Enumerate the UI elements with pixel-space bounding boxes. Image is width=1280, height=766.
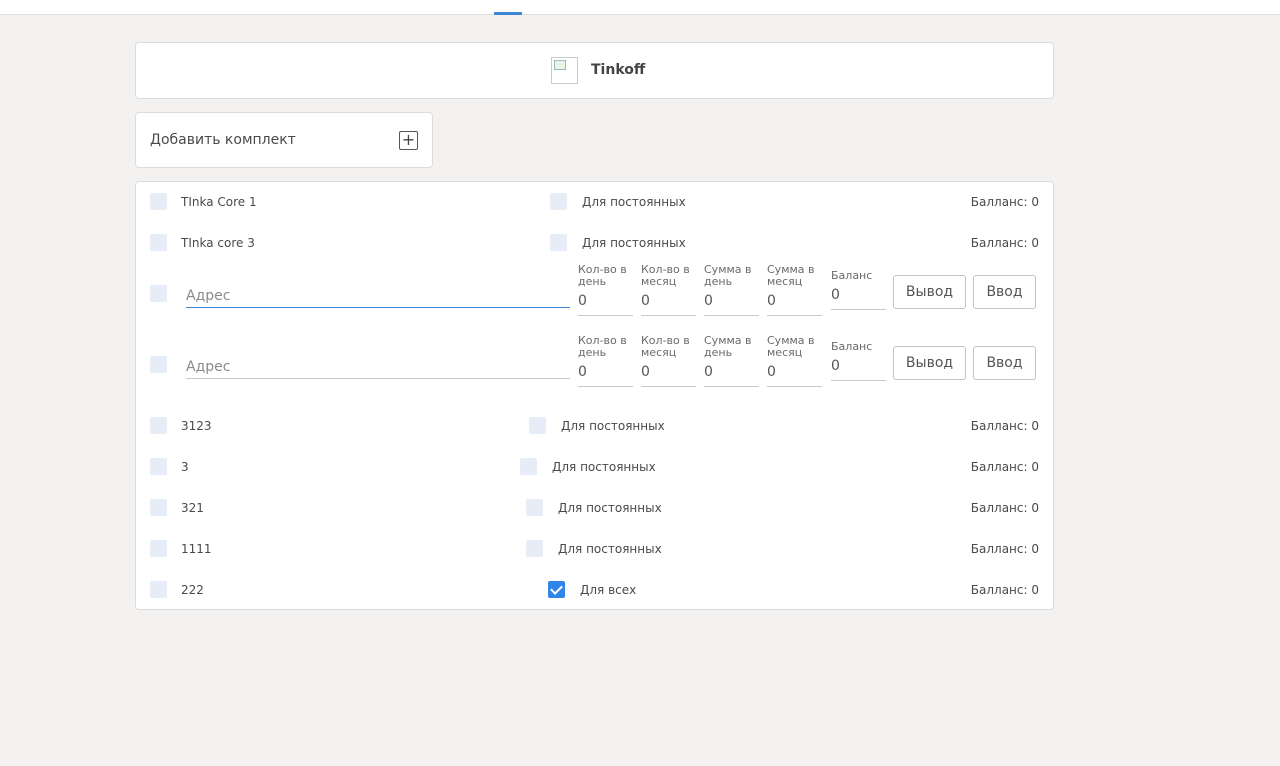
top-navigation-bar: [0, 0, 1280, 15]
wallet-balance-input[interactable]: [831, 356, 886, 381]
monthly-sum-label: Сумма в месяц: [767, 334, 815, 359]
card-mode-label: Для постоянных: [582, 195, 686, 209]
monthly-count-input[interactable]: [641, 362, 696, 387]
card-select-checkbox[interactable]: [150, 234, 167, 251]
active-tab-indicator: [494, 12, 522, 15]
daily-sum-label: Сумма в день: [704, 334, 752, 359]
kit-name: 1111: [181, 542, 212, 556]
address-input[interactable]: [186, 285, 570, 308]
card-name: TInka Core 1: [181, 195, 257, 209]
monthly-count-input[interactable]: [641, 291, 696, 316]
deposit-button[interactable]: Ввод: [973, 346, 1036, 380]
daily-sum-input[interactable]: [704, 291, 759, 316]
kit-name: 3: [181, 460, 189, 474]
daily-count-label: Кол-во в день: [578, 263, 627, 288]
bank-header-card: Tinkoff: [135, 42, 1054, 99]
monthly-sum-field: Сумма в месяц: [767, 264, 822, 316]
monthly-sum-input[interactable]: [767, 291, 822, 316]
withdraw-button[interactable]: Вывод: [893, 275, 966, 309]
daily-count-label: Кол-во в день: [578, 334, 627, 359]
bank-name: Tinkoff: [591, 62, 646, 78]
card-mode-checkbox[interactable]: [550, 234, 567, 251]
daily-count-field: Кол-во в день: [578, 264, 633, 316]
wallet-balance-input[interactable]: [831, 285, 886, 310]
kit-balance: Балланс: 0: [970, 583, 1039, 597]
add-kit-card[interactable]: Добавить комплект +: [135, 112, 433, 168]
wallet-select-checkbox[interactable]: [150, 285, 167, 302]
deposit-button[interactable]: Ввод: [973, 275, 1036, 309]
withdraw-button[interactable]: Вывод: [893, 346, 966, 380]
daily-sum-field: Сумма в день: [704, 335, 759, 387]
monthly-count-field: Кол-во в месяц: [641, 264, 696, 316]
kit-mode-label: Для постоянных: [558, 501, 662, 515]
add-kit-label: Добавить комплект: [150, 132, 296, 148]
daily-sum-input[interactable]: [704, 362, 759, 387]
daily-count-input[interactable]: [578, 362, 633, 387]
plus-icon[interactable]: +: [399, 131, 418, 150]
card-mode-label: Для постоянных: [582, 236, 686, 250]
card-mode-checkbox[interactable]: [550, 193, 567, 210]
kit-mode-label: Для постоянных: [561, 419, 665, 433]
daily-sum-label: Сумма в день: [704, 263, 752, 288]
daily-count-input[interactable]: [578, 291, 633, 316]
kit-select-checkbox[interactable]: [150, 540, 167, 557]
kit-balance: Балланс: 0: [970, 460, 1039, 474]
monthly-count-label: Кол-во в месяц: [641, 263, 690, 288]
kit-name: 3123: [181, 419, 212, 433]
daily-sum-field: Сумма в день: [704, 264, 759, 316]
kit-balance: Балланс: 0: [970, 419, 1039, 433]
monthly-sum-field: Сумма в месяц: [767, 335, 822, 387]
kit-select-checkbox[interactable]: [150, 458, 167, 475]
card-name: TInka core 3: [181, 236, 255, 250]
wallet-balance-field: Баланс: [831, 341, 886, 381]
kit-mode-label: Для постоянных: [552, 460, 656, 474]
kit-mode-label: Для всех: [580, 583, 637, 597]
wallet-balance-label: Баланс: [831, 269, 873, 282]
monthly-count-field: Кол-во в месяц: [641, 335, 696, 387]
card-balance: Балланс: 0: [970, 195, 1039, 209]
monthly-sum-label: Сумма в месяц: [767, 263, 815, 288]
kit-balance: Балланс: 0: [970, 542, 1039, 556]
card-select-checkbox[interactable]: [150, 193, 167, 210]
wallet-balance-label: Баланс: [831, 340, 873, 353]
kit-select-checkbox[interactable]: [150, 581, 167, 598]
wallet-balance-field: Баланс: [831, 270, 886, 310]
check-icon: [550, 582, 563, 595]
kit-select-checkbox[interactable]: [150, 499, 167, 516]
kit-mode-checkbox[interactable]: [520, 458, 537, 475]
kit-name: 222: [181, 583, 204, 597]
monthly-count-label: Кол-во в месяц: [641, 334, 690, 359]
kit-mode-checkbox[interactable]: [548, 581, 565, 598]
card-balance: Балланс: 0: [970, 236, 1039, 250]
kit-mode-checkbox[interactable]: [526, 540, 543, 557]
broken-image-icon: [551, 57, 578, 84]
kit-mode-checkbox[interactable]: [529, 417, 546, 434]
wallet-select-checkbox[interactable]: [150, 356, 167, 373]
kit-mode-checkbox[interactable]: [526, 499, 543, 516]
kit-list-card: TInka Core 1 Для постоянных Балланс: 0 T…: [135, 181, 1054, 610]
daily-count-field: Кол-во в день: [578, 335, 633, 387]
kit-select-checkbox[interactable]: [150, 417, 167, 434]
kit-balance: Балланс: 0: [970, 501, 1039, 515]
kit-name: 321: [181, 501, 204, 515]
monthly-sum-input[interactable]: [767, 362, 822, 387]
address-input[interactable]: [186, 356, 570, 379]
kit-mode-label: Для постоянных: [558, 542, 662, 556]
